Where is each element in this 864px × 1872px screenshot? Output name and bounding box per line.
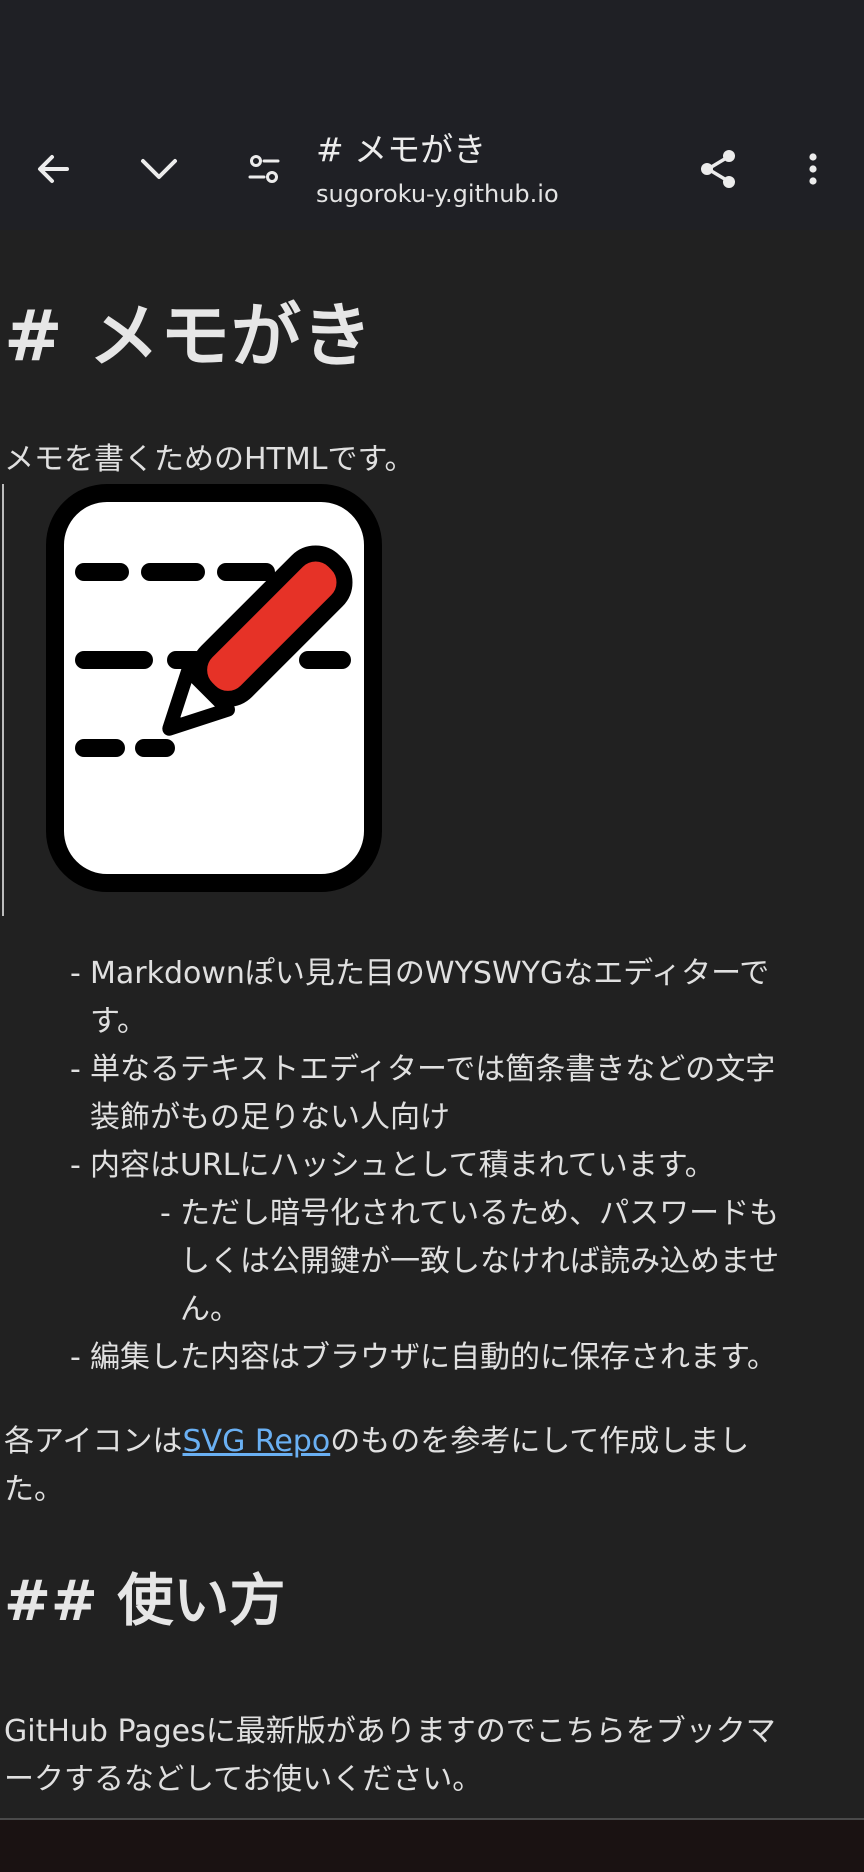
usage-paragraph: GitHub Pagesに最新版がありますのでこちらをブックマ ークするなどしてお… <box>4 1714 776 1797</box>
share-button[interactable] <box>680 131 756 207</box>
blockquote-bar <box>2 484 4 916</box>
list-item: - 単なるテキストエディターでは箇条書きなどの文字 装飾がもの足りない人向け <box>70 1052 776 1135</box>
page-heading: # メモがき <box>4 295 374 377</box>
chevron-down-icon <box>141 159 177 179</box>
share-icon <box>701 150 735 188</box>
nested-list-item: - ただし暗号化されているため、パスワードも しくは公開鍵が一致しなければ読み込… <box>160 1196 780 1327</box>
back-button[interactable] <box>15 131 91 207</box>
credit-paragraph: 各アイコンはSVG Repoのものを参考にして作成しまし た。 <box>4 1424 750 1507</box>
memo-logo-icon <box>46 484 382 892</box>
collapse-button[interactable] <box>121 131 197 207</box>
more-vert-icon <box>809 153 817 185</box>
list-item: - 内容はURLにハッシュとして積まれています。 <box>70 1148 715 1183</box>
browser-toolbar: # メモがき sugoroku-y.github.io <box>0 108 864 230</box>
intro-text: メモを書くためのHTMLです。 <box>4 442 415 477</box>
site-settings-button[interactable] <box>226 131 302 207</box>
more-options-button[interactable] <box>775 131 851 207</box>
status-bar <box>0 0 864 108</box>
tab-title[interactable]: # メモがき <box>316 130 486 170</box>
list-item: - 編集した内容はブラウザに自動的に保存されます。 <box>70 1340 777 1375</box>
usage-heading: ## 使い方 <box>4 1569 286 1634</box>
back-arrow-icon <box>38 155 69 183</box>
svg-repo-link[interactable]: SVG Repo <box>183 1424 331 1459</box>
memo-logo <box>46 484 382 920</box>
navigation-bar <box>0 1820 864 1872</box>
list-item: - Markdownぽい見た目のWYSWYGなエディターで す。 <box>70 956 770 1039</box>
tune-icon <box>248 155 280 183</box>
url-display[interactable]: sugoroku-y.github.io <box>316 178 559 210</box>
